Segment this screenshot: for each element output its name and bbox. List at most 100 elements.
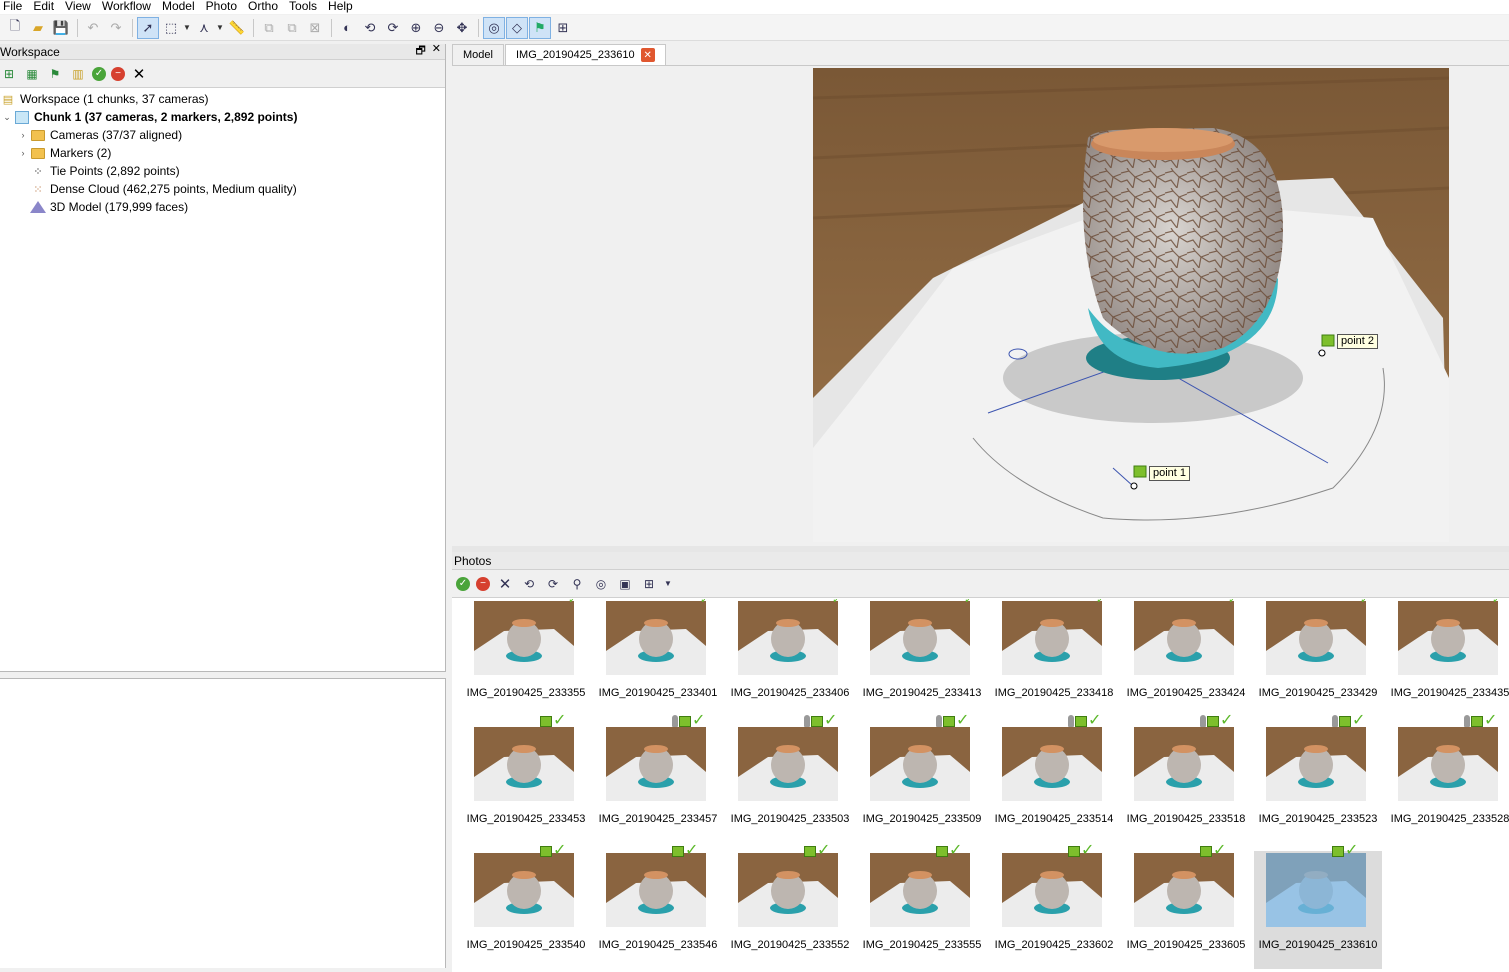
menu-help[interactable]: Help	[325, 0, 361, 14]
menu-edit[interactable]: Edit	[30, 0, 62, 14]
photo-thumbnail[interactable]: IMG_20190425_233528 ✓	[1386, 713, 1509, 843]
remove-icon[interactable]: ✕	[130, 65, 148, 83]
photo-thumbnail[interactable]: IMG_20190425_233406 ✓	[726, 599, 854, 717]
photo-thumbnail-image	[474, 853, 574, 927]
photo-thumbnail[interactable]: IMG_20190425_233453 ✓	[462, 713, 590, 843]
thumbnail-badges: ✓	[1068, 843, 1094, 859]
zoom-in-icon[interactable]: ⊕	[405, 17, 427, 39]
model-icon	[30, 200, 46, 214]
tree-item-3d-model[interactable]: 3D Model (179,999 faces)	[0, 198, 445, 216]
ruler-icon[interactable]: 📏	[226, 17, 248, 39]
chevron-down-icon[interactable]: ▼	[216, 23, 224, 32]
tab-image[interactable]: IMG_20190425_233610 ✕	[504, 44, 666, 65]
menu-ortho[interactable]: Ortho	[245, 0, 286, 14]
tree-item-chunk[interactable]: ⌄ Chunk 1 (37 cameras, 2 markers, 2,892 …	[0, 108, 445, 126]
rotate-right-icon[interactable]: ⟳	[382, 17, 404, 39]
image-quality-icon[interactable]: ▣	[616, 575, 634, 593]
menu-tools[interactable]: Tools	[286, 0, 325, 14]
photo-thumbnail[interactable]: IMG_20190425_233602 ✓	[990, 843, 1118, 969]
menu-photo[interactable]: Photo	[203, 0, 245, 14]
add-photos-icon[interactable]: ▦	[23, 65, 41, 83]
photo-thumbnail[interactable]: IMG_20190425_233418 ✓	[990, 599, 1118, 717]
close-icon[interactable]: ✕	[640, 48, 655, 62]
photo-thumbnail-label: IMG_20190425_233518	[1126, 813, 1246, 825]
add-chunk-icon[interactable]: ⊞	[0, 65, 18, 83]
float-icon[interactable]: 🗗	[415, 42, 425, 61]
grid-view-icon[interactable]: ⊞	[552, 17, 574, 39]
photo-thumbnail[interactable]: IMG_20190425_233413 ✓	[858, 599, 986, 717]
photo-thumbnail[interactable]: IMG_20190425_233518 ✓	[1122, 713, 1250, 843]
tree-item-cameras[interactable]: › Cameras (37/37 aligned)	[0, 126, 445, 144]
photo-thumbnail[interactable]: IMG_20190425_233523 ✓	[1254, 713, 1382, 843]
disable-icon[interactable]: −	[111, 66, 125, 81]
photo-thumbnail[interactable]: IMG_20190425_233429 ✓	[1254, 599, 1382, 717]
remove-cameras-icon[interactable]: ✕	[496, 575, 514, 593]
pin-icon	[1200, 715, 1206, 727]
menu-workflow[interactable]: Workflow	[99, 0, 159, 14]
photo-thumbnail[interactable]: IMG_20190425_233401 ✓	[594, 599, 722, 717]
move-icon[interactable]: ✥	[451, 17, 473, 39]
tree-item-markers[interactable]: › Markers (2)	[0, 144, 445, 162]
add-marker-icon[interactable]: ⚑	[46, 65, 64, 83]
navigation-cursor-icon[interactable]: ➚	[137, 16, 159, 39]
photo-thumbnail[interactable]: IMG_20190425_233424 ✓	[1122, 599, 1250, 717]
photo-thumbnail[interactable]: IMG_20190425_233546 ✓	[594, 843, 722, 969]
rotate-left-icon[interactable]: ⟲	[359, 17, 381, 39]
photo-thumbnail[interactable]: IMG_20190425_233552 ✓	[726, 843, 854, 969]
redo-icon[interactable]: ↷	[105, 17, 127, 39]
main-photo[interactable]: point 1 point 2	[813, 68, 1449, 542]
photo-viewer[interactable]: point 1 point 2	[452, 66, 1509, 546]
disable-cameras-icon[interactable]: −	[476, 576, 490, 591]
photo-thumbnail[interactable]: IMG_20190425_233555 ✓	[858, 843, 986, 969]
contrast-icon[interactable]: ◐	[336, 17, 358, 39]
marker-label-point-1[interactable]: point 1	[1149, 466, 1191, 481]
zoom-out-icon[interactable]: ⊖	[428, 17, 450, 39]
binoculars-icon[interactable]: ⚲	[568, 575, 586, 593]
photo-thumbnail[interactable]: IMG_20190425_233509 ✓	[858, 713, 986, 843]
close-icon[interactable]: ✕	[432, 42, 441, 61]
show-masks-icon[interactable]: ◎	[483, 16, 505, 39]
mask-icon[interactable]: ◎	[592, 575, 610, 593]
photo-thumbnail[interactable]: IMG_20190425_233605 ✓	[1122, 843, 1250, 969]
menu-view[interactable]: View	[62, 0, 99, 14]
chevron-down-icon[interactable]: ▼	[183, 23, 191, 32]
photo-thumbnail-image	[606, 853, 706, 927]
rotate-left-icon[interactable]: ⟲	[520, 575, 538, 593]
open-folder-icon[interactable]: ▰	[27, 17, 49, 39]
draw-polyline-icon[interactable]: ⋏	[193, 17, 215, 39]
photo-thumbnail[interactable]: IMG_20190425_233610 ✓	[1254, 843, 1382, 969]
tree-item-tie-points[interactable]: ⁘ Tie Points (2,892 points)	[0, 162, 445, 180]
photo-thumbnail[interactable]: IMG_20190425_233514 ✓	[990, 713, 1118, 843]
rectangle-selection-icon[interactable]: ⬚	[160, 17, 182, 39]
menu-file[interactable]: File	[0, 0, 30, 14]
chevron-right-icon[interactable]: ›	[16, 130, 30, 140]
photo-thumbnail[interactable]: IMG_20190425_233540 ✓	[462, 843, 590, 969]
paste-icon[interactable]: ⧉	[281, 17, 303, 39]
save-icon[interactable]: 💾	[50, 17, 72, 39]
add-scalebar-icon[interactable]: ▥	[69, 65, 87, 83]
show-markers-icon[interactable]: ⚑	[529, 16, 551, 39]
tree-item-dense-cloud[interactable]: ⁙ Dense Cloud (462,275 points, Medium qu…	[0, 180, 445, 198]
enable-icon[interactable]: ✓	[92, 66, 106, 81]
copy-icon[interactable]: ⧉	[258, 17, 280, 39]
new-document-icon[interactable]: 🗋	[4, 17, 26, 39]
tree-item-label: Dense Cloud (462,275 points, Medium qual…	[50, 182, 297, 196]
undo-icon[interactable]: ↶	[82, 17, 104, 39]
view-mode-icon[interactable]: ⊞	[640, 575, 658, 593]
aligned-check-icon: ✓	[956, 712, 970, 729]
show-shapes-icon[interactable]: ◇	[506, 16, 528, 39]
menu-model[interactable]: Model	[159, 0, 203, 14]
tab-model[interactable]: Model	[452, 44, 504, 65]
tree-item-workspace[interactable]: ▤ Workspace (1 chunks, 37 cameras)	[0, 90, 445, 108]
photo-thumbnail[interactable]: IMG_20190425_233355 ✓	[462, 599, 590, 717]
chevron-right-icon[interactable]: ›	[16, 148, 30, 158]
rotate-right-icon[interactable]: ⟳	[544, 575, 562, 593]
chevron-down-icon[interactable]: ▼	[664, 575, 672, 593]
crop-icon[interactable]: ⊠	[304, 17, 326, 39]
photo-thumbnail[interactable]: IMG_20190425_233503 ✓	[726, 713, 854, 843]
photo-thumbnail[interactable]: IMG_20190425_233457 ✓	[594, 713, 722, 843]
photo-thumbnail[interactable]: IMG_20190425_233435 ✓	[1386, 599, 1509, 717]
enable-cameras-icon[interactable]: ✓	[456, 576, 470, 591]
chevron-down-icon[interactable]: ⌄	[0, 112, 14, 123]
marker-label-point-2[interactable]: point 2	[1337, 334, 1379, 349]
